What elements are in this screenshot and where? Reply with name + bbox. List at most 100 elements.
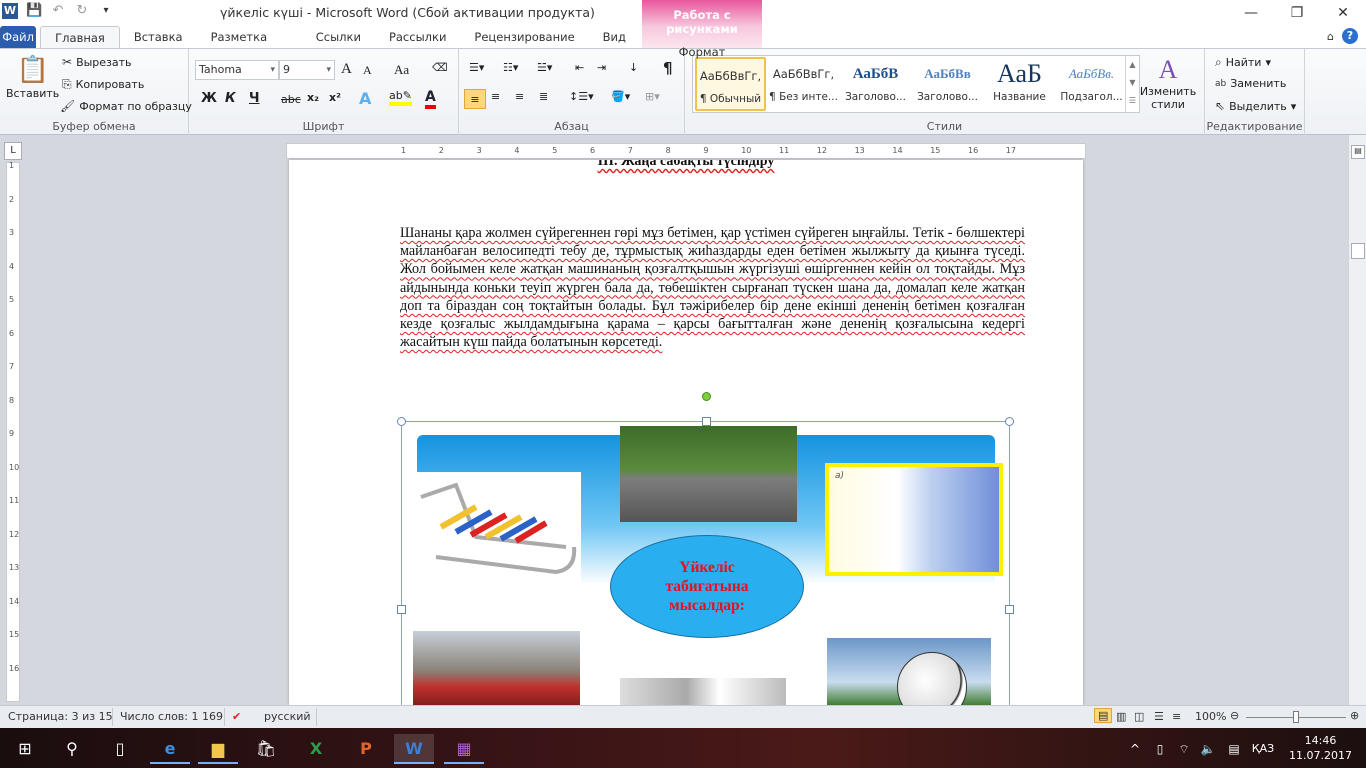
numbering-icon[interactable]: ☷▾	[503, 61, 518, 74]
zoom-slider-thumb[interactable]	[1293, 711, 1299, 723]
tab-selector-button[interactable]: L	[4, 142, 22, 160]
tab-review[interactable]: Рецензирование	[460, 26, 588, 48]
vertical-scrollbar[interactable]: ▤	[1348, 135, 1366, 705]
decrease-indent-icon[interactable]: ⇤	[575, 61, 584, 74]
start-icon[interactable]: ⊞	[5, 734, 45, 764]
task-view-icon[interactable]: ▯	[100, 734, 140, 764]
language-indicator[interactable]: русский	[264, 710, 311, 723]
font-name-select[interactable]: Tahoma	[195, 60, 279, 80]
replace-button[interactable]: ab Заменить	[1215, 77, 1286, 90]
underline-button[interactable]: Ч	[249, 91, 260, 106]
line-spacing-icon[interactable]: ↕☰▾	[569, 90, 594, 103]
justify-icon[interactable]: ≣	[539, 90, 548, 103]
increase-indent-icon[interactable]: ⇥	[597, 61, 606, 74]
minimize-ribbon-icon[interactable]: ⌂	[1327, 30, 1334, 43]
style-normal[interactable]: АаБбВвГг, ¶ Обычный	[695, 57, 766, 111]
undo-icon[interactable]: ↶	[50, 3, 66, 19]
bullets-icon[interactable]: ☰▾	[469, 61, 484, 74]
resize-handle[interactable]	[397, 417, 406, 426]
rotate-handle[interactable]	[702, 392, 711, 401]
zoom-in-button[interactable]: ⊕	[1350, 709, 1359, 722]
show-hidden-icons[interactable]: ^	[1125, 734, 1145, 764]
bold-button[interactable]: Ж	[201, 91, 217, 106]
redo-icon[interactable]: ↻	[74, 3, 90, 19]
selected-picture[interactable]: а) Үйкеліс табиғатына мысалдар:	[397, 392, 1014, 705]
borders-icon[interactable]: ⊞▾	[645, 90, 660, 103]
resize-handle[interactable]	[702, 417, 711, 426]
zoom-out-button[interactable]: ⊖	[1230, 709, 1239, 722]
shrink-font-button[interactable]: A	[363, 63, 372, 78]
find-button[interactable]: ⌕ Найти ▾	[1215, 55, 1271, 70]
restore-button[interactable]: ❐	[1274, 0, 1320, 26]
font-size-select[interactable]: 9	[279, 60, 335, 80]
multilevel-list-icon[interactable]: ☱▾	[537, 61, 552, 74]
body-paragraph[interactable]: Шананы қара жолмен сүйрегеннен гөрі мұз …	[400, 224, 1025, 351]
horizontal-ruler[interactable]: 1 2 3 4 5 6 7 8 9 10 11 12 13 14 15 16 17	[286, 143, 1086, 159]
minimize-button[interactable]: —	[1228, 0, 1274, 26]
wifi-icon[interactable]: ⌔	[1174, 734, 1194, 764]
highlight-icon[interactable]: ab✎	[389, 89, 412, 106]
clock[interactable]: 14:46 11.07.2017	[1289, 733, 1352, 763]
resize-handle[interactable]	[1005, 605, 1014, 614]
ruler-toggle-icon[interactable]: ▤	[1351, 145, 1365, 159]
vertical-ruler[interactable]: 1 2 3 4 5 6 7 8 9 10 11 12 13 14 15 16	[6, 161, 20, 702]
file-explorer-icon[interactable]: ▆	[198, 734, 238, 764]
customize-qat-icon[interactable]: ▾	[98, 3, 114, 19]
web-layout-icon[interactable]: ◫	[1134, 710, 1144, 723]
cut-button[interactable]: ✂ Вырезать	[62, 55, 132, 69]
style-no-spacing[interactable]: АаБбВвГг, ¶ Без инте...	[768, 57, 839, 111]
tab-insert[interactable]: Вставка	[120, 26, 197, 48]
close-button[interactable]: ✕	[1320, 0, 1366, 26]
change-case-button[interactable]: Aa	[394, 62, 409, 78]
proofing-icon[interactable]: ✔	[232, 710, 241, 723]
style-title[interactable]: АаБ Название	[984, 57, 1055, 111]
volume-icon[interactable]: 🔈	[1198, 734, 1218, 764]
sort-icon[interactable]: ↓	[629, 61, 638, 74]
copy-button[interactable]: ⎘ Копировать	[62, 77, 144, 92]
page-count[interactable]: Страница: 3 из 15	[8, 710, 113, 723]
strikethrough-button[interactable]: abc	[281, 93, 301, 106]
zoom-level[interactable]: 100%	[1195, 710, 1226, 723]
print-layout-view-icon[interactable]: ▤	[1094, 708, 1113, 723]
grow-font-button[interactable]: A	[341, 61, 352, 78]
help-icon[interactable]: ?	[1342, 28, 1358, 44]
resize-handle[interactable]	[397, 605, 406, 614]
notifications-icon[interactable]: ▤	[1224, 734, 1244, 764]
change-styles-button[interactable]: A Изменить стили	[1140, 55, 1196, 111]
scrollbar-thumb[interactable]	[1351, 243, 1365, 259]
clear-formatting-icon[interactable]: ⌫	[432, 61, 448, 74]
tab-view[interactable]: Вид	[589, 26, 640, 48]
align-left-icon[interactable]: ≡	[464, 89, 486, 109]
tab-page-layout[interactable]: Разметка страницы	[197, 26, 302, 66]
shading-icon[interactable]: 🪣▾	[611, 90, 630, 103]
show-marks-button[interactable]: ¶	[663, 59, 673, 77]
tab-file[interactable]: Файл	[0, 26, 37, 48]
align-center-icon[interactable]: ≡	[491, 90, 500, 103]
select-button[interactable]: ⇖ Выделить ▾	[1215, 99, 1296, 113]
subscript-button[interactable]: x₂	[307, 91, 319, 104]
align-right-icon[interactable]: ≡	[515, 90, 524, 103]
style-heading-1[interactable]: АаБбВ Заголово...	[840, 57, 911, 111]
tab-home[interactable]: Главная	[40, 26, 120, 48]
edge-icon[interactable]: e	[150, 734, 190, 764]
text-effects-icon[interactable]: A	[359, 89, 371, 108]
winrar-icon[interactable]: ▦	[444, 734, 484, 764]
full-screen-view-icon[interactable]: ▥	[1116, 710, 1126, 723]
battery-icon[interactable]: ▯	[1150, 734, 1170, 764]
tab-references[interactable]: Ссылки	[302, 26, 375, 48]
word-taskbar-icon[interactable]: W	[394, 734, 434, 764]
paste-button[interactable]: 📋 Вставить	[6, 55, 59, 100]
powerpoint-icon[interactable]: P	[346, 734, 386, 764]
tab-format[interactable]: Формат	[642, 45, 762, 59]
draft-view-icon[interactable]: ≡	[1172, 710, 1181, 723]
resize-handle[interactable]	[1005, 417, 1014, 426]
word-count[interactable]: Число слов: 1 169	[120, 710, 223, 723]
format-painter-button[interactable]: 🖌 Формат по образцу	[60, 99, 192, 113]
store-icon[interactable]: 🛍	[246, 734, 286, 764]
document-page[interactable]: ІІІ. Жаңа сабақты түсіндіру Шананы қара …	[289, 160, 1083, 705]
word-logo-icon[interactable]: W	[2, 3, 18, 19]
font-color-icon[interactable]: A	[425, 89, 436, 109]
input-language[interactable]: ҚАЗ	[1248, 734, 1278, 764]
tab-mailings[interactable]: Рассылки	[375, 26, 460, 48]
search-icon[interactable]: ⚲	[52, 734, 92, 764]
